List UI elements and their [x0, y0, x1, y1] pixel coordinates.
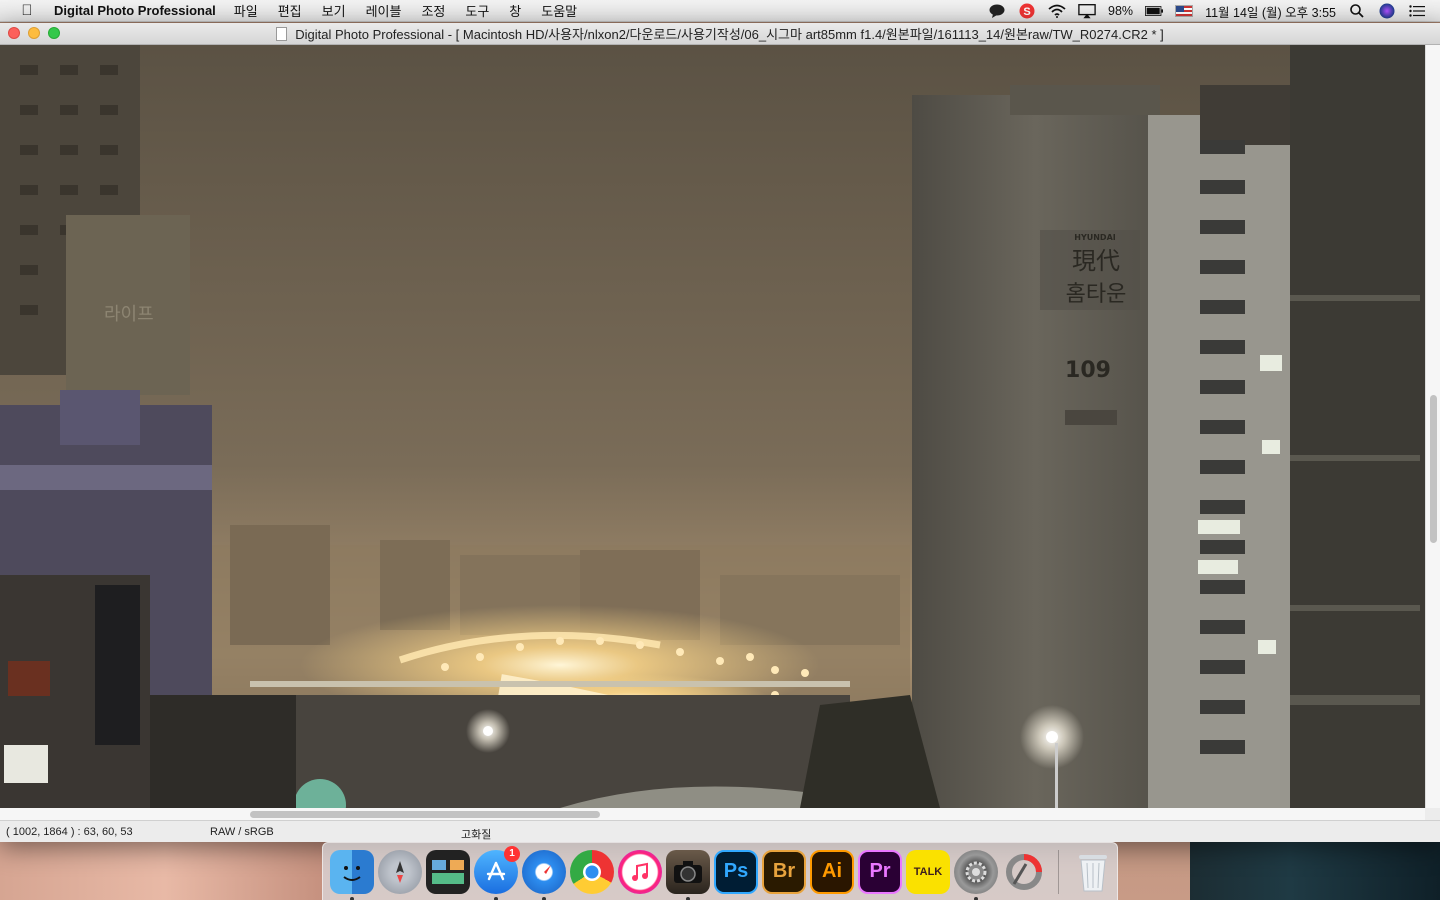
- safari-icon[interactable]: [522, 849, 566, 900]
- horizontal-scrollbar[interactable]: [0, 808, 1425, 820]
- left-building-sign: 라이프: [104, 304, 154, 325]
- running-indicator: [350, 896, 354, 900]
- bridge-icon[interactable]: Br: [762, 849, 806, 894]
- premiere-icon[interactable]: Pr: [858, 849, 902, 894]
- itunes-icon[interactable]: [618, 849, 662, 894]
- dpp-window: Digital Photo Professional - [ Macintosh…: [0, 23, 1440, 842]
- vertical-scrollbar[interactable]: [1425, 45, 1440, 808]
- s-app-icon[interactable]: S: [1018, 2, 1036, 20]
- status-bar: ( 1002, 1864 ) : 63, 60, 53 RAW / sRGB 고…: [0, 820, 1440, 842]
- quality-readout: 고화질: [461, 829, 492, 841]
- image-preview[interactable]: 라이프 HYUNDAI 現代 홈타운 109: [0, 45, 1425, 808]
- menu-bar:  Digital Photo Professional 파일 편집 보기 레이…: [0, 0, 1440, 22]
- menu-window[interactable]: 창: [509, 1, 521, 20]
- photoshop-icon[interactable]: Ps: [714, 849, 758, 894]
- running-indicator: [686, 896, 690, 900]
- finder-icon[interactable]: [330, 849, 374, 900]
- pixel-info-readout: ( 1002, 1864 ) : 63, 60, 53: [6, 826, 133, 838]
- chrome-icon[interactable]: [570, 849, 614, 894]
- trash-icon[interactable]: [1071, 850, 1115, 894]
- spotlight-search-icon[interactable]: [1348, 2, 1366, 20]
- illustrator-icon[interactable]: Ai: [810, 849, 854, 894]
- menu-file[interactable]: 파일: [234, 1, 258, 20]
- close-window-button[interactable]: [8, 27, 20, 39]
- window-title: Digital Photo Professional - [ Macintosh…: [295, 27, 1164, 42]
- menu-label[interactable]: 레이블: [366, 1, 402, 20]
- app-store-badge: 1: [504, 845, 520, 862]
- dock: 1 Ps Br Ai Pr TALK: [322, 842, 1118, 900]
- maximize-window-button[interactable]: [48, 27, 60, 39]
- menu-tools[interactable]: 도구: [465, 1, 489, 20]
- svg-text:S: S: [1023, 6, 1030, 18]
- app-menu[interactable]: Digital Photo Professional: [54, 3, 216, 18]
- wifi-icon[interactable]: [1048, 2, 1066, 20]
- hyundai-hanja-text: 現代: [1072, 247, 1120, 275]
- minimize-window-button[interactable]: [28, 27, 40, 39]
- notification-center-icon[interactable]: [1408, 2, 1426, 20]
- dock-separator: [1058, 849, 1059, 894]
- mission-control-icon[interactable]: [426, 849, 470, 894]
- vertical-scroll-thumb[interactable]: [1430, 395, 1437, 543]
- screen-recorder-icon[interactable]: [1002, 850, 1046, 894]
- system-preferences-icon[interactable]: [954, 849, 998, 900]
- menu-view[interactable]: 보기: [322, 1, 346, 20]
- window-controls: [8, 27, 60, 39]
- hyundai-brand-text: HYUNDAI: [1074, 233, 1116, 242]
- building-number-text: 109: [1065, 358, 1111, 383]
- document-icon: [276, 26, 288, 41]
- menu-edit[interactable]: 편집: [278, 1, 302, 20]
- battery-percent: 98%: [1108, 4, 1134, 18]
- battery-icon[interactable]: [1145, 2, 1164, 20]
- launchpad-icon[interactable]: [378, 849, 422, 894]
- desktop-wallpaper-right: [1190, 842, 1440, 900]
- apple-menu-icon[interactable]: : [0, 2, 54, 19]
- hometown-text: 홈타운: [1066, 282, 1127, 307]
- window-titlebar[interactable]: Digital Photo Professional - [ Macintosh…: [0, 23, 1440, 45]
- app-store-icon[interactable]: 1: [474, 845, 520, 900]
- desktop-wallpaper-left: [0, 842, 330, 900]
- chat-bubble-icon[interactable]: [988, 2, 1006, 20]
- running-indicator: [542, 896, 546, 900]
- digital-photo-professional-icon[interactable]: [666, 849, 710, 900]
- color-mode-readout: RAW / sRGB: [210, 826, 274, 838]
- menu-help[interactable]: 도움말: [541, 1, 577, 20]
- siri-icon[interactable]: [1378, 2, 1396, 20]
- menu-adjust[interactable]: 조정: [421, 1, 445, 20]
- photo-canvas: 라이프 HYUNDAI 現代 홈타운 109: [0, 45, 1425, 808]
- menubar-clock[interactable]: 11월 14일 (월) 오후 3:55: [1205, 2, 1336, 21]
- input-source-flag-icon[interactable]: [1175, 5, 1194, 17]
- kakaotalk-icon[interactable]: TALK: [906, 849, 950, 894]
- running-indicator: [494, 896, 498, 900]
- airplay-display-icon[interactable]: [1078, 2, 1096, 20]
- running-indicator: [974, 896, 978, 900]
- horizontal-scroll-thumb[interactable]: [250, 811, 600, 818]
